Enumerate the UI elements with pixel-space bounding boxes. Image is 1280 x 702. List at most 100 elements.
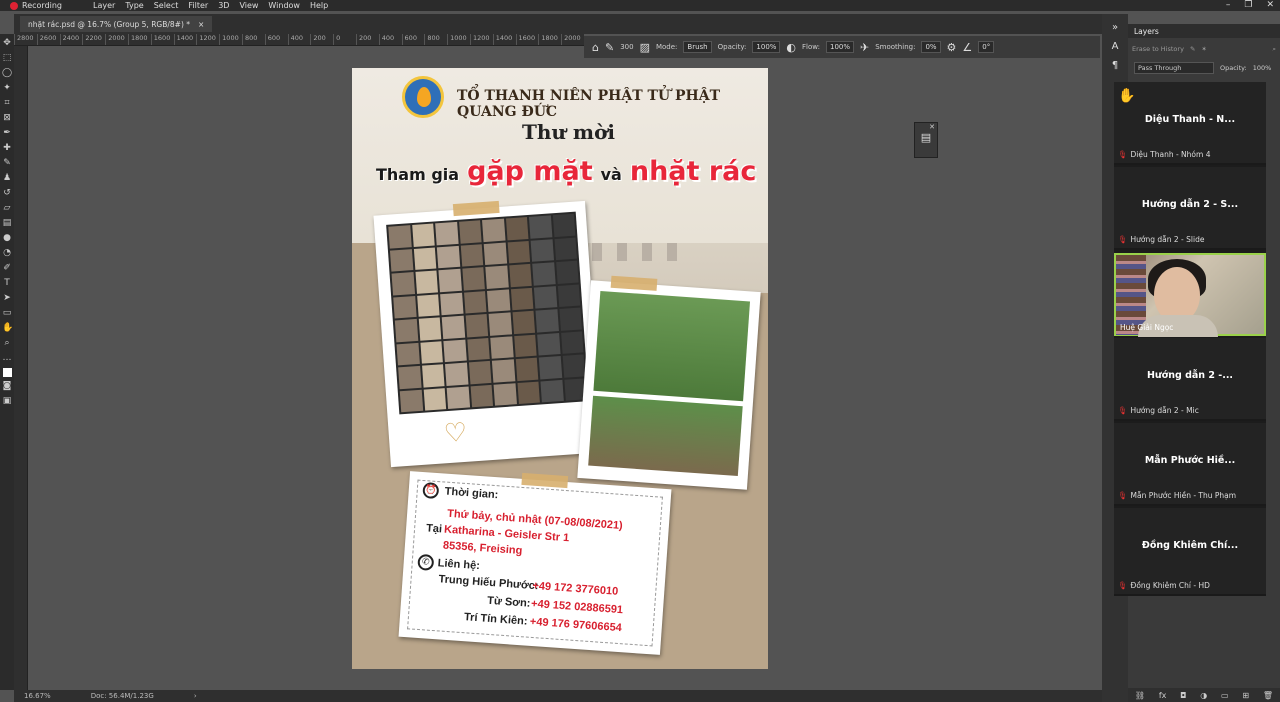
mode-select[interactable]: Brush bbox=[683, 41, 712, 53]
close-icon[interactable]: ✕ bbox=[915, 123, 937, 131]
menu-filter[interactable]: Filter bbox=[183, 1, 213, 10]
video-thumbnail bbox=[490, 335, 514, 359]
video-thumbnail bbox=[552, 213, 576, 237]
paragraph-panel-icon[interactable]: ¶ bbox=[1102, 60, 1128, 71]
new-layer-icon[interactable]: ⊞ bbox=[1242, 691, 1249, 700]
healing-brush-icon[interactable]: ✚ bbox=[2, 143, 12, 154]
zoom-level[interactable]: 16.67% bbox=[24, 692, 51, 700]
recording-label: Recording bbox=[22, 1, 63, 10]
smoothing-input[interactable]: 0% bbox=[921, 41, 941, 53]
menu-type[interactable]: Type bbox=[120, 1, 148, 10]
document-tab[interactable]: nhặt rác.psd @ 16.7% (Group 5, RGB/8#) *… bbox=[20, 16, 213, 32]
gear-icon[interactable]: ⚙ bbox=[947, 41, 957, 54]
eraser-icon[interactable]: ▱ bbox=[2, 203, 12, 214]
menu-bar: Recording Layer Type Select Filter 3D Vi… bbox=[0, 0, 1280, 11]
zoom-tool-icon[interactable]: ⌕ bbox=[2, 338, 12, 349]
video-thumbnail bbox=[555, 260, 579, 284]
new-group-icon[interactable]: ▭ bbox=[1221, 691, 1229, 700]
move-tool-icon[interactable]: ✥ bbox=[2, 38, 12, 49]
layers-footer: ⛓ fx ◘ ◑ ▭ ⊞ 🗑 bbox=[1128, 688, 1280, 702]
clone-stamp-icon[interactable]: ♟ bbox=[2, 173, 12, 184]
close-tab-icon[interactable]: × bbox=[198, 20, 204, 29]
link-layers-icon[interactable]: ⛓ bbox=[1135, 691, 1145, 700]
ruler-tick: 2000 bbox=[561, 34, 584, 45]
video-thumbnail bbox=[436, 245, 460, 269]
type-tool-icon[interactable]: T bbox=[2, 278, 12, 289]
fx-icon[interactable]: fx bbox=[1159, 691, 1167, 700]
menu-select[interactable]: Select bbox=[149, 1, 184, 10]
history-brush-icon[interactable]: ↺ bbox=[2, 188, 12, 199]
document-canvas[interactable]: TỔ THANH NIÊN PHẬT TỬ PHẬT QUANG ĐỨC Thư… bbox=[352, 68, 768, 669]
participant-tile[interactable]: Diệu Thanh - N... 🎙 Diệu Thanh - Nhóm 4 bbox=[1114, 82, 1266, 165]
angle-input[interactable]: 0° bbox=[978, 41, 995, 53]
character-panel-icon[interactable]: A bbox=[1102, 41, 1128, 52]
status-arrow-icon[interactable]: › bbox=[194, 692, 197, 700]
opacity-input[interactable]: 100% bbox=[752, 41, 781, 53]
video-thumbnail bbox=[461, 267, 485, 291]
recording-indicator[interactable]: Recording bbox=[0, 1, 88, 10]
search-icon[interactable]: ⌕ bbox=[1272, 45, 1276, 54]
pressure-icon[interactable]: ✎ bbox=[1190, 45, 1195, 53]
floating-panel[interactable]: ✕ ▤ bbox=[914, 122, 938, 158]
lasso-tool-icon[interactable]: ◯ bbox=[2, 68, 12, 79]
gradient-tool-icon[interactable]: ▤ bbox=[2, 218, 12, 229]
document-tabs: nhặt rác.psd @ 16.7% (Group 5, RGB/8#) *… bbox=[14, 14, 1104, 34]
ruler-tick: 400 bbox=[378, 34, 402, 45]
trash-icon[interactable]: 🗑 bbox=[1263, 691, 1273, 700]
mode-label: Mode: bbox=[655, 43, 678, 51]
home-icon[interactable]: ⌂ bbox=[592, 41, 599, 54]
tools-panel: ✥ ⬚ ◯ ✦ ⌗ ⊠ ✒ ✚ ✎ ♟ ↺ ▱ ▤ ● ◔ ✐ T ➤ ▭ ✋ … bbox=[0, 34, 14, 690]
properties-icon[interactable]: ▤ bbox=[915, 131, 937, 144]
participant-tile[interactable]: Hướng dẫn 2 - S... 🎙 Hướng dẫn 2 - Slide bbox=[1114, 167, 1266, 250]
participant-video-tile[interactable]: Huệ Giải Ngọc bbox=[1114, 253, 1266, 337]
quick-mask-icon[interactable]: ◙ bbox=[2, 381, 12, 392]
magic-wand-icon[interactable]: ✦ bbox=[2, 83, 12, 94]
participant-name: Đồng Khiêm Chí... bbox=[1141, 540, 1239, 551]
pen-tool-icon[interactable]: ✐ bbox=[2, 263, 12, 274]
eraser-tool-icon[interactable]: ✎ bbox=[605, 41, 614, 54]
crop-tool-icon[interactable]: ⌗ bbox=[2, 98, 12, 109]
organization-name: TỔ THANH NIÊN PHẬT TỬ PHẬT QUANG ĐỨC bbox=[457, 88, 721, 120]
brush-size[interactable]: 300 bbox=[620, 43, 633, 51]
vertical-ruler bbox=[14, 46, 28, 690]
record-icon bbox=[10, 1, 18, 10]
heart-icon: ♡ bbox=[442, 417, 469, 450]
brush-tool-icon[interactable]: ✎ bbox=[2, 158, 12, 169]
video-conference-grid bbox=[386, 211, 589, 415]
menu-help[interactable]: Help bbox=[305, 1, 333, 10]
eyedropper-icon[interactable]: ✒ bbox=[2, 128, 12, 139]
symmetry-icon[interactable]: ✶ bbox=[1201, 45, 1206, 53]
more-tools-icon[interactable]: … bbox=[2, 353, 12, 364]
frame-tool-icon[interactable]: ⊠ bbox=[2, 113, 12, 124]
dodge-tool-icon[interactable]: ◔ bbox=[2, 248, 12, 259]
foreground-color-swatch[interactable] bbox=[2, 368, 12, 377]
hand-tool-icon[interactable]: ✋ bbox=[2, 323, 13, 334]
layers-panel-title[interactable]: Layers bbox=[1128, 24, 1280, 38]
airbrush-icon[interactable]: ✈ bbox=[860, 41, 869, 54]
participant-tile[interactable]: Hướng dẫn 2 -... 🎙 Hướng dẫn 2 - Mic bbox=[1114, 338, 1266, 421]
participant-tile[interactable]: Đồng Khiêm Chí... 🎙 Đồng Khiêm Chí - HD bbox=[1114, 508, 1266, 596]
participant-tile[interactable]: Mẫn Phước Hiề... 🎙 Mẫn Phước Hiền - Thu P… bbox=[1114, 423, 1266, 506]
menu-window[interactable]: Window bbox=[263, 1, 305, 10]
menu-layer[interactable]: Layer bbox=[88, 1, 120, 10]
pressure-opacity-icon[interactable]: ◐ bbox=[786, 41, 796, 54]
marquee-tool-icon[interactable]: ⬚ bbox=[2, 53, 12, 64]
blur-tool-icon[interactable]: ● bbox=[2, 233, 12, 244]
adjustment-layer-icon[interactable]: ◑ bbox=[1200, 691, 1207, 700]
minimize-icon[interactable]: – bbox=[1226, 0, 1231, 11]
close-icon[interactable]: ✕ bbox=[1266, 0, 1274, 11]
blend-mode-select[interactable]: Pass Through bbox=[1134, 62, 1214, 74]
path-selection-icon[interactable]: ➤ bbox=[2, 293, 12, 304]
maximize-icon[interactable]: ❐ bbox=[1244, 0, 1252, 11]
screen-mode-icon[interactable]: ▣ bbox=[2, 396, 12, 407]
layer-opacity-input[interactable]: 100% bbox=[1253, 64, 1272, 72]
erase-to-history-label[interactable]: Erase to History bbox=[1132, 45, 1184, 53]
video-thumbnail bbox=[388, 225, 412, 249]
add-mask-icon[interactable]: ◘ bbox=[1180, 691, 1186, 700]
collapse-panels-icon[interactable]: » bbox=[1102, 22, 1128, 33]
rectangle-tool-icon[interactable]: ▭ bbox=[2, 308, 12, 319]
menu-3d[interactable]: 3D bbox=[213, 1, 234, 10]
brush-settings-icon[interactable]: ▨ bbox=[640, 41, 650, 54]
flow-input[interactable]: 100% bbox=[826, 41, 855, 53]
menu-view[interactable]: View bbox=[234, 1, 263, 10]
